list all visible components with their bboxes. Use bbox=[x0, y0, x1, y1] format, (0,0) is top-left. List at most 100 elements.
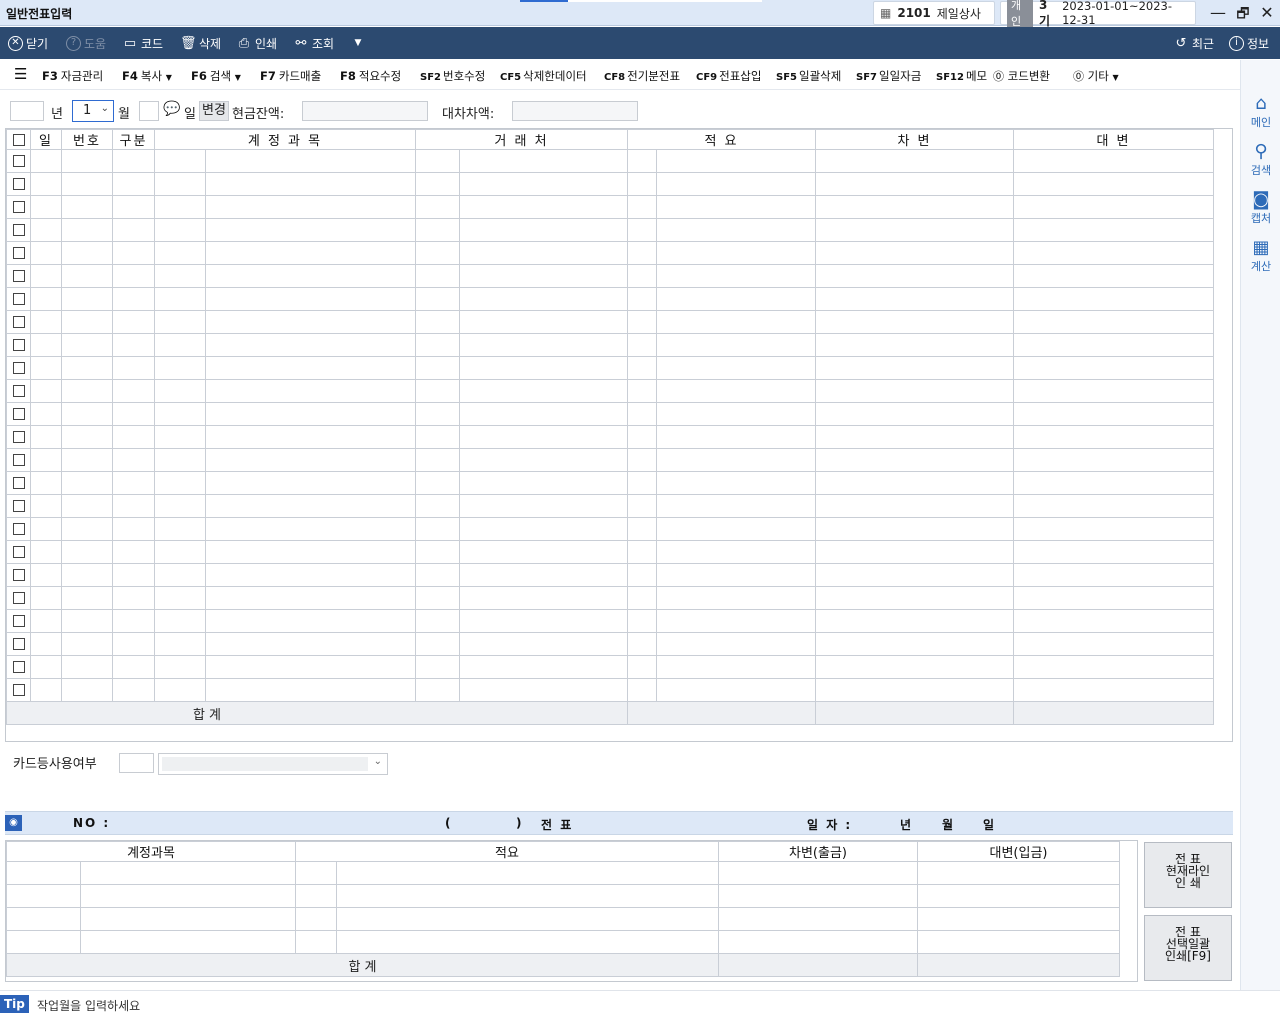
grid-cell[interactable] bbox=[415, 195, 460, 219]
code-convert-button[interactable]: ⓪ 코드변환 bbox=[993, 68, 1050, 84]
grid-cell[interactable] bbox=[30, 425, 62, 449]
close-button[interactable]: ✕ 닫기 bbox=[8, 35, 48, 52]
grid-cell[interactable] bbox=[154, 310, 206, 334]
grid-cell[interactable] bbox=[415, 241, 460, 265]
grid-cell[interactable] bbox=[205, 655, 416, 679]
eye-icon[interactable]: ◉ bbox=[5, 815, 22, 831]
grid-cell[interactable] bbox=[30, 333, 62, 357]
grid-cell[interactable] bbox=[61, 333, 113, 357]
grid-cell[interactable] bbox=[627, 264, 657, 288]
grid-cell[interactable] bbox=[61, 448, 113, 472]
grid-cell[interactable] bbox=[112, 218, 155, 242]
row-checkbox[interactable] bbox=[6, 494, 31, 518]
grid-cell[interactable] bbox=[205, 241, 416, 265]
grid-cell[interactable] bbox=[815, 333, 1014, 357]
grid-cell[interactable] bbox=[112, 471, 155, 495]
grid-cell[interactable] bbox=[30, 264, 62, 288]
table-row[interactable] bbox=[6, 471, 1214, 495]
grid-cell[interactable] bbox=[30, 540, 62, 564]
grid-cell[interactable] bbox=[627, 632, 657, 656]
grid-cell[interactable] bbox=[1013, 563, 1214, 587]
grid-cell[interactable] bbox=[627, 379, 657, 403]
grid-cell[interactable] bbox=[112, 563, 155, 587]
grid-cell[interactable] bbox=[205, 333, 416, 357]
grid-cell[interactable] bbox=[656, 402, 816, 426]
grid-cell[interactable] bbox=[154, 540, 206, 564]
grid-cell[interactable] bbox=[154, 609, 206, 633]
card-usage-input[interactable] bbox=[119, 753, 154, 773]
grid-cell[interactable] bbox=[112, 655, 155, 679]
grid-cell[interactable] bbox=[154, 218, 206, 242]
grid-cell[interactable] bbox=[415, 218, 460, 242]
grid-cell[interactable] bbox=[627, 218, 657, 242]
grid-cell[interactable] bbox=[627, 517, 657, 541]
grid-cell[interactable] bbox=[627, 149, 657, 173]
grid-cell[interactable] bbox=[1013, 379, 1214, 403]
sidebar-search[interactable]: ⚲ 검색 bbox=[1241, 142, 1280, 178]
recent-button[interactable]: ↺ 최근 bbox=[1173, 35, 1215, 52]
fkey-f6[interactable]: F6 검색 ▼ bbox=[191, 68, 241, 84]
change-button[interactable]: 변경 bbox=[199, 101, 229, 121]
print-button[interactable]: ⎙ 인쇄 bbox=[236, 35, 277, 52]
grid-cell[interactable] bbox=[30, 471, 62, 495]
table-row[interactable] bbox=[6, 333, 1214, 357]
month-select[interactable]: 1 ⌄ bbox=[72, 100, 114, 122]
grid-cell[interactable] bbox=[30, 448, 62, 472]
fkey-sf2[interactable]: SF2 번호수정 bbox=[420, 68, 485, 84]
grid-cell[interactable] bbox=[815, 425, 1014, 449]
search-button[interactable]: ⚯ 조회 bbox=[293, 35, 335, 52]
fkey-cf8[interactable]: CF8 전기분전표 bbox=[604, 68, 680, 84]
grid-cell[interactable] bbox=[1013, 218, 1214, 242]
row-checkbox[interactable] bbox=[6, 586, 31, 610]
grid-cell[interactable] bbox=[815, 540, 1014, 564]
row-checkbox[interactable] bbox=[6, 425, 31, 449]
grid-cell[interactable] bbox=[656, 609, 816, 633]
grid-cell[interactable] bbox=[415, 402, 460, 426]
grid-cell[interactable] bbox=[61, 471, 113, 495]
grid-cell[interactable] bbox=[30, 172, 62, 196]
select-all-checkbox[interactable] bbox=[6, 129, 31, 150]
grid-cell[interactable] bbox=[815, 218, 1014, 242]
row-checkbox[interactable] bbox=[6, 609, 31, 633]
grid-cell[interactable] bbox=[1013, 632, 1214, 656]
table-row[interactable] bbox=[6, 264, 1214, 288]
row-checkbox[interactable] bbox=[6, 678, 31, 702]
grid-cell[interactable] bbox=[112, 517, 155, 541]
grid-cell[interactable] bbox=[1013, 356, 1214, 380]
day-input[interactable] bbox=[139, 101, 159, 121]
grid-cell[interactable] bbox=[1013, 517, 1214, 541]
close-window-button[interactable]: ✕ bbox=[1256, 3, 1278, 22]
grid-cell[interactable] bbox=[205, 172, 416, 196]
grid-cell[interactable] bbox=[112, 264, 155, 288]
grid-cell[interactable] bbox=[1013, 448, 1214, 472]
grid-cell[interactable] bbox=[61, 517, 113, 541]
fkey-cf9[interactable]: CF9 전표삽입 bbox=[696, 68, 761, 84]
grid-cell[interactable] bbox=[415, 678, 460, 702]
grid-cell[interactable] bbox=[112, 425, 155, 449]
grid-cell[interactable] bbox=[459, 379, 628, 403]
grid-cell[interactable] bbox=[1013, 425, 1214, 449]
grid-cell[interactable] bbox=[205, 517, 416, 541]
grid-cell[interactable] bbox=[459, 172, 628, 196]
grid-cell[interactable] bbox=[112, 172, 155, 196]
grid-cell[interactable] bbox=[30, 494, 62, 518]
grid-cell[interactable] bbox=[1013, 609, 1214, 633]
grid-cell[interactable] bbox=[815, 379, 1014, 403]
grid-cell[interactable] bbox=[61, 264, 113, 288]
grid-cell[interactable] bbox=[30, 149, 62, 173]
grid-cell[interactable] bbox=[815, 195, 1014, 219]
grid-cell[interactable] bbox=[154, 448, 206, 472]
grid-cell[interactable] bbox=[656, 540, 816, 564]
grid-cell[interactable] bbox=[627, 448, 657, 472]
grid-cell[interactable] bbox=[627, 655, 657, 679]
grid-cell[interactable] bbox=[415, 356, 460, 380]
info-button[interactable]: i 정보 bbox=[1229, 35, 1269, 52]
more-dropdown[interactable]: ▼ bbox=[350, 35, 366, 51]
grid-cell[interactable] bbox=[112, 678, 155, 702]
grid-cell[interactable] bbox=[1013, 195, 1214, 219]
grid-cell[interactable] bbox=[627, 333, 657, 357]
grid-cell[interactable] bbox=[154, 678, 206, 702]
grid-cell[interactable] bbox=[61, 678, 113, 702]
grid-cell[interactable] bbox=[205, 379, 416, 403]
grid-cell[interactable] bbox=[205, 264, 416, 288]
